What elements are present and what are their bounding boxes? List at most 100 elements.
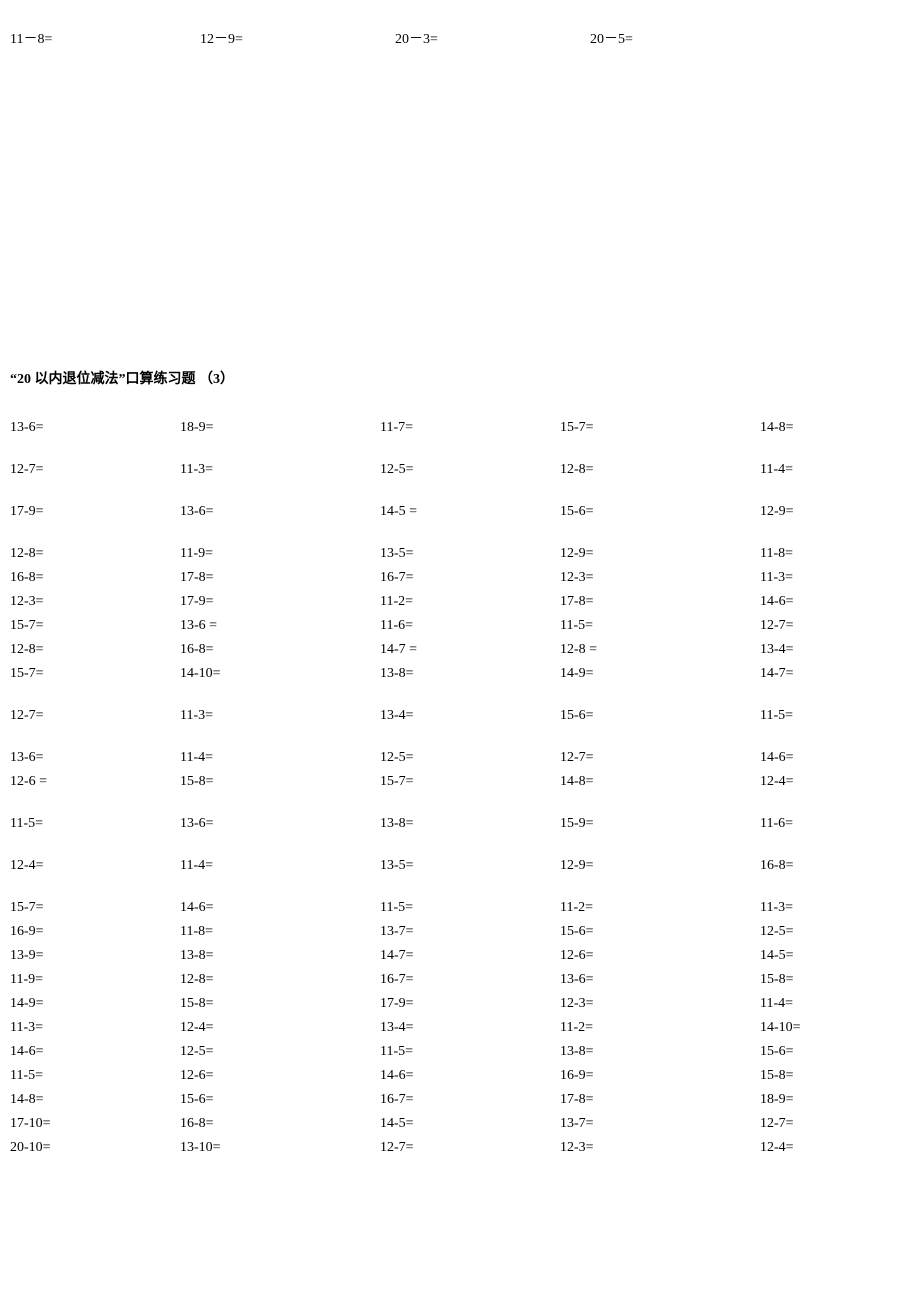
problem-cell: 15-6= — [560, 500, 760, 524]
problem-cell: 12-7= — [10, 704, 180, 728]
problem-cell: 13-5= — [380, 854, 560, 878]
problem-cell: 12-4= — [180, 1016, 380, 1040]
problem-cell: 16-7= — [380, 1088, 560, 1112]
problem-cell: 12-6 = — [10, 770, 180, 794]
problem-cell: 11-3= — [760, 566, 910, 590]
problem-row: 16-9=11-8=13-7=15-6=12-5= — [10, 920, 910, 944]
problem-cell: 14-8= — [560, 770, 760, 794]
problem-cell: 13-6= — [560, 968, 760, 992]
problem-cell: 17-9= — [380, 992, 560, 1016]
problem-cell: 14-7= — [760, 662, 910, 686]
problem-cell: 12-7= — [380, 1136, 560, 1160]
problem-cell: 11-5= — [10, 1064, 180, 1088]
problem-cell: 11-4= — [180, 746, 380, 770]
problem-cell: 14-5= — [760, 944, 910, 968]
problem-cell: 12-4= — [760, 1136, 910, 1160]
problem-cell: 13-8= — [380, 662, 560, 686]
problem-cell: 12-4= — [10, 854, 180, 878]
problem-row: 14-9=15-8=17-9=12-3=11-4= — [10, 992, 910, 1016]
problem-cell: 12-3= — [10, 590, 180, 614]
problem-cell: 14-8= — [10, 1088, 180, 1112]
problem-cell: 14-6= — [760, 746, 910, 770]
problem-cell: 12-6= — [560, 944, 760, 968]
problem-row: 13-6=11-4=12-5=12-7=14-6= — [10, 746, 910, 770]
problem-row: 12-7=11-3=13-4=15-6=11-5= — [10, 704, 910, 728]
problem-row: 16-8=17-8=16-7=12-3=11-3= — [10, 566, 910, 590]
problem-cell: 12-4= — [760, 770, 910, 794]
problem-cell: 15-8= — [180, 992, 380, 1016]
problem-cell: 16-8= — [10, 566, 180, 590]
problem-cell: 11-9= — [10, 968, 180, 992]
problem-row: 13-9=13-8=14-7=12-6=14-5= — [10, 944, 910, 968]
problem-cell: 12-3= — [560, 992, 760, 1016]
problem-cell: 18-9= — [760, 1088, 910, 1112]
problem-row: 17-10=16-8=14-5=13-7=12-7= — [10, 1112, 910, 1136]
problem-cell: 12-8= — [180, 968, 380, 992]
problem-cell: 12-3= — [560, 1136, 760, 1160]
problem-cell: 15-7= — [10, 614, 180, 638]
problem-row: 15-7=13-6 =11-6=11-5=12-7= — [10, 614, 910, 638]
problem-cell: 12-7= — [10, 458, 180, 482]
problem-cell: 14-6= — [760, 590, 910, 614]
problem-cell: 14-5= — [380, 1112, 560, 1136]
problem-cell: 14-6= — [10, 1040, 180, 1064]
problem-cell: 16-8= — [760, 854, 910, 878]
problem-cell: 12-6= — [180, 1064, 380, 1088]
problem-cell: 15-7= — [380, 770, 560, 794]
problem-row: 12-4=11-4=13-5=12-9=16-8= — [10, 854, 910, 878]
problem-cell: 11-9= — [180, 542, 380, 566]
problem-cell: 11-3= — [760, 896, 910, 920]
problem-row: 12-3=17-9=11-2=17-8=14-6= — [10, 590, 910, 614]
problem-cell: 11-3= — [180, 458, 380, 482]
problem-cell: 13-4= — [380, 704, 560, 728]
problem-grid: 13-6=18-9=11-7=15-7=14-8=12-7=11-3=12-5=… — [10, 416, 910, 1160]
problem-cell: 15-6= — [180, 1088, 380, 1112]
problem-row: 20-10=13-10=12-7=12-3=12-4= — [10, 1136, 910, 1160]
problem-cell: 11-5= — [10, 812, 180, 836]
problem-cell: 13-7= — [560, 1112, 760, 1136]
problem-row: 14-6=12-5=11-5=13-8=15-6= — [10, 1040, 910, 1064]
problem-cell: 12-7= — [760, 614, 910, 638]
problem-row: 12-7=11-3=12-5=12-8=11-4= — [10, 458, 910, 482]
problem-cell: 15-7= — [560, 416, 760, 440]
problem-cell: 11-5= — [560, 614, 760, 638]
problem-cell: 17-8= — [180, 566, 380, 590]
page: 11－8= 12－9= 20－3= 20－5= “20 以内退位减法”口算练习题… — [0, 0, 920, 1200]
problem-cell: 17-10= — [10, 1112, 180, 1136]
problem-row: 13-6=18-9=11-7=15-7=14-8= — [10, 416, 910, 440]
problem-cell: 13-5= — [380, 542, 560, 566]
problem-cell: 15-9= — [560, 812, 760, 836]
problem-row: 12-8=16-8=14-7 =12-8 =13-4= — [10, 638, 910, 662]
problem-cell: 14-10= — [180, 662, 380, 686]
problem-cell: 12-3= — [560, 566, 760, 590]
problem-cell: 14-5 = — [380, 500, 560, 524]
problem-cell: 11-3= — [10, 1016, 180, 1040]
problem-cell: 14-9= — [10, 992, 180, 1016]
problem-row: 11-5=13-6=13-8=15-9=11-6= — [10, 812, 910, 836]
problem-cell: 16-9= — [10, 920, 180, 944]
problem-cell: 15-6= — [560, 920, 760, 944]
problem-cell: 14-8= — [760, 416, 910, 440]
problem-cell: 12-7= — [560, 746, 760, 770]
problem-cell: 13-9= — [10, 944, 180, 968]
problem-row: 15-7=14-6=11-5=11-2=11-3= — [10, 896, 910, 920]
problem-cell: 13-8= — [380, 812, 560, 836]
problem-cell: 15-8= — [760, 1064, 910, 1088]
problem-cell: 13-6= — [180, 812, 380, 836]
problem-cell: 11-6= — [760, 812, 910, 836]
problem-cell: 12-5= — [380, 458, 560, 482]
problem-cell: 15-7= — [10, 662, 180, 686]
problem-cell: 16-8= — [180, 1112, 380, 1136]
problem-cell: 16-9= — [560, 1064, 760, 1088]
problem-row: 12-6 =15-8=15-7=14-8=12-4= — [10, 770, 910, 794]
problem-cell: 11-5= — [760, 704, 910, 728]
problem-cell: 14-7 = — [380, 638, 560, 662]
problem-cell: 12-5= — [380, 746, 560, 770]
problem-cell: 18-9= — [180, 416, 380, 440]
problem-cell: 13-6= — [10, 416, 180, 440]
problem-cell: 13-6= — [180, 500, 380, 524]
problem-cell: 15-6= — [760, 1040, 910, 1064]
problem-cell: 12-9= — [560, 854, 760, 878]
problem-row: 12-8=11-9=13-5=12-9=11-8= — [10, 542, 910, 566]
problem-cell: 15-6= — [560, 704, 760, 728]
